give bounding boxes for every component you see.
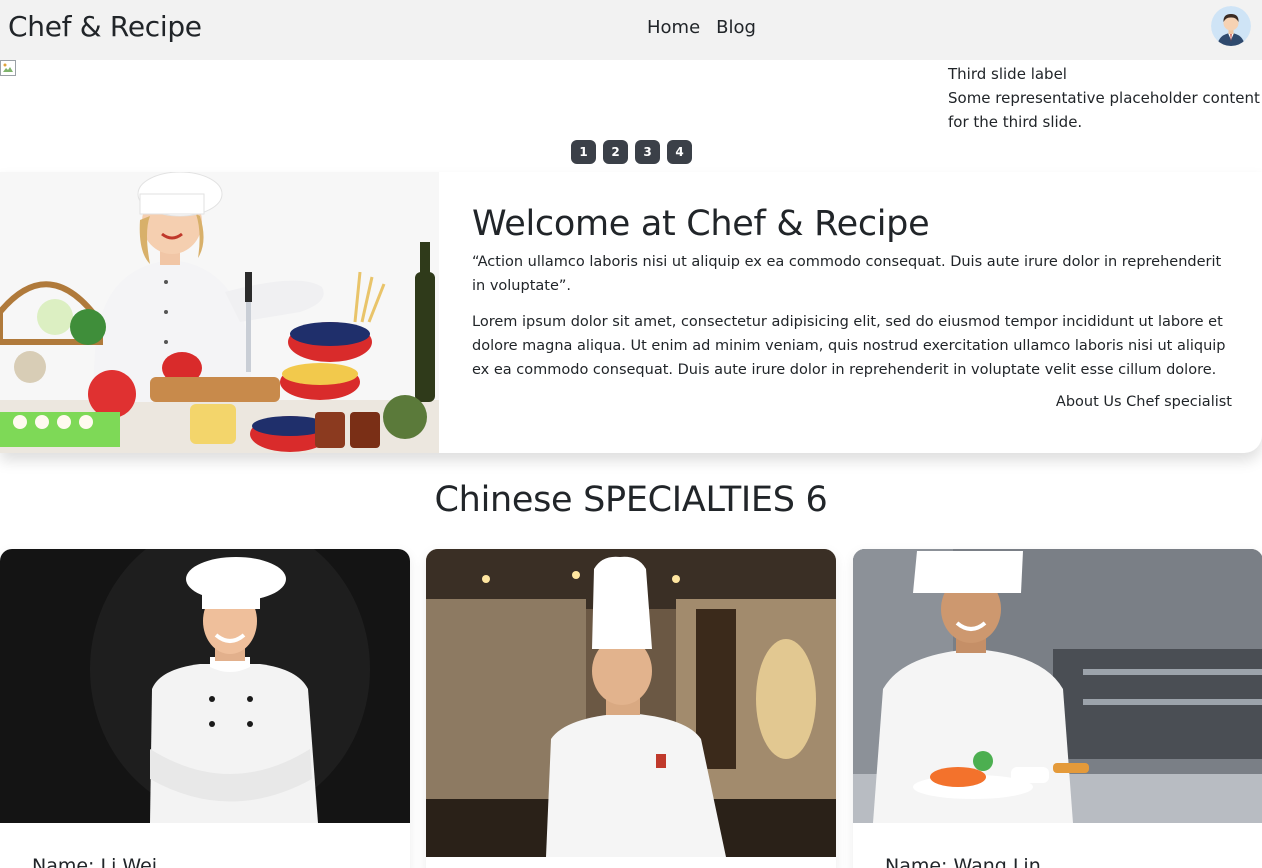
- carousel-caption: Third slide label Some representative pl…: [948, 62, 1262, 134]
- chef-photo-3: [853, 549, 1262, 823]
- welcome-card: Welcome at Chef & Recipe “Action ullamco…: [0, 172, 1262, 453]
- brand-logo[interactable]: Chef & Recipe: [8, 10, 202, 43]
- chef-photo-1: [0, 549, 410, 823]
- chef-kitchen-image: [0, 172, 439, 453]
- carousel-indicator-4[interactable]: 4: [667, 140, 692, 164]
- welcome-body-text: Lorem ipsum dolor sit amet, consectetur …: [472, 314, 1226, 378]
- welcome-quote: “Action ullamco laboris nisi ut aliquip …: [472, 254, 1222, 294]
- broken-image-icon: [0, 60, 16, 76]
- chef-card-1[interactable]: Name: Li Wei: [0, 549, 410, 868]
- welcome-title: Welcome at Chef & Recipe: [472, 204, 930, 244]
- welcome-body: Welcome at Chef & Recipe “Action ullamco…: [472, 204, 1232, 414]
- hero-carousel[interactable]: Third slide label Some representative pl…: [0, 60, 1262, 172]
- nav-link-blog[interactable]: Blog: [716, 17, 756, 38]
- nav-links: Home Blog: [647, 17, 756, 38]
- chef-name-3: Name: Wang Lin: [885, 855, 1041, 868]
- chef-card-2[interactable]: [426, 549, 836, 868]
- chef-name-1: Name: Li Wei: [32, 855, 158, 868]
- section-title: Chinese SPECIALTIES 6: [434, 480, 828, 520]
- carousel-indicator-2[interactable]: 2: [603, 140, 628, 164]
- carousel-caption-text: Some representative placeholder content …: [948, 89, 1260, 131]
- carousel-indicators: 1 2 3 4: [571, 140, 692, 164]
- user-avatar[interactable]: [1211, 6, 1251, 46]
- carousel-indicator-1[interactable]: 1: [571, 140, 596, 164]
- navbar: Chef & Recipe Home Blog: [0, 0, 1262, 60]
- welcome-signature: About Us Chef specialist: [1055, 394, 1232, 410]
- carousel-caption-title: Third slide label: [948, 65, 1067, 83]
- carousel-indicator-3[interactable]: 3: [635, 140, 660, 164]
- chef-card-3[interactable]: Name: Wang Lin: [853, 549, 1262, 868]
- chef-photo-2: [426, 549, 836, 857]
- nav-link-home[interactable]: Home: [647, 17, 700, 38]
